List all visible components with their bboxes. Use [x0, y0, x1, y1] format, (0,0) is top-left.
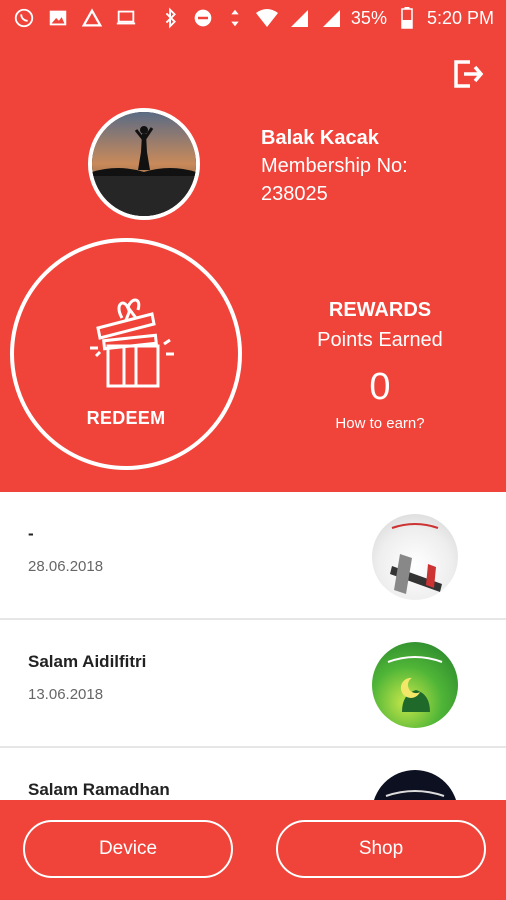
wifi-icon	[255, 6, 279, 30]
list-item-title: -	[28, 524, 34, 543]
shop-button[interactable]: Shop	[276, 820, 486, 878]
rewards-panel: REWARDS Points Earned 0 How to earn?	[290, 296, 470, 434]
list-item-date: 28.06.2018	[28, 558, 104, 575]
list-item[interactable]: - 28.06.2018	[0, 492, 506, 620]
system-status: 35% 5:20 PM	[159, 6, 494, 30]
bottom-nav: Device Shop	[0, 800, 506, 900]
redeem-label: REDEEM	[86, 408, 166, 428]
list-item-thumbnail	[372, 514, 458, 600]
battery-icon	[395, 6, 419, 30]
points-value: 0	[369, 366, 391, 408]
gift-icon	[86, 294, 176, 390]
avatar[interactable]	[88, 108, 200, 220]
do-not-disturb-icon	[191, 6, 215, 30]
notification-icons	[12, 6, 138, 30]
rewards-title: REWARDS	[328, 299, 432, 321]
whatsapp-icon	[12, 6, 36, 30]
logout-icon[interactable]	[450, 56, 486, 92]
membership-number: 238025	[261, 183, 328, 205]
clock: 5:20 PM	[426, 7, 494, 28]
list-item-thumbnail	[372, 770, 458, 800]
gallery-icon	[46, 6, 70, 30]
a-app-icon	[80, 6, 104, 30]
list-item[interactable]: Salam Ramadhan	[0, 748, 506, 800]
profile-info: Balak Kacak Membership No: 238025	[261, 124, 408, 208]
news-feed-list[interactable]: - 28.06.2018 Salam Aidilfitri 13.06.2018…	[0, 492, 506, 800]
list-item-title: Salam Ramadhan	[28, 780, 170, 799]
list-item-thumbnail	[372, 642, 458, 728]
member-name: Balak Kacak	[261, 127, 379, 149]
profile-header: Balak Kacak Membership No: 238025 REDEEM…	[0, 36, 506, 492]
signal-icon	[287, 6, 311, 30]
status-bar: 35% 5:20 PM	[0, 0, 506, 36]
list-item-title: Salam Aidilfitri	[28, 652, 147, 671]
redeem-button[interactable]: REDEEM	[10, 238, 242, 470]
device-button[interactable]: Device	[23, 820, 233, 878]
bluetooth-icon	[159, 6, 183, 30]
signal-icon	[319, 6, 343, 30]
data-arrows-icon	[223, 6, 247, 30]
points-earned-label: Points Earned	[317, 329, 443, 351]
membership-label: Membership No:	[261, 155, 408, 177]
laptop-icon	[114, 6, 138, 30]
list-item[interactable]: Salam Aidilfitri 13.06.2018	[0, 620, 506, 748]
how-to-earn-link[interactable]: How to earn?	[290, 414, 470, 434]
list-item-date: 13.06.2018	[28, 686, 104, 703]
battery-percent: 35%	[350, 7, 387, 28]
